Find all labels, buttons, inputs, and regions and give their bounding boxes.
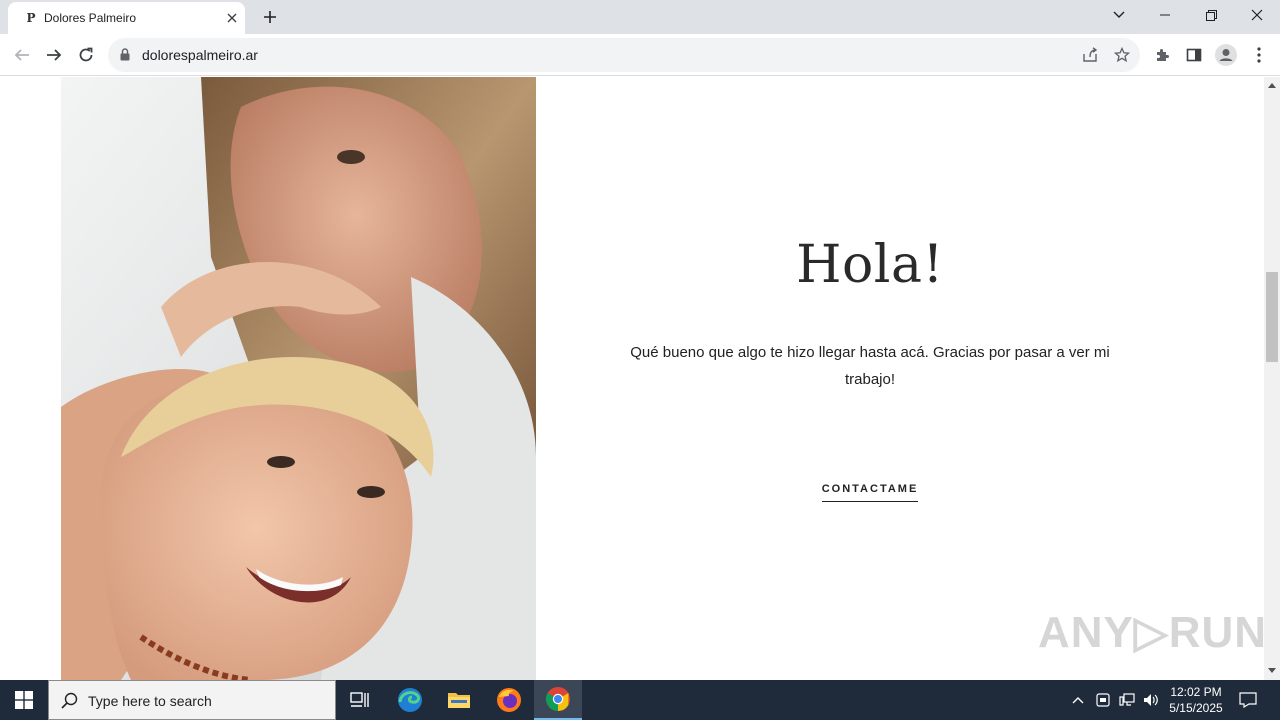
system-clock[interactable]: 12:02 PM 5/15/2025 bbox=[1160, 684, 1232, 716]
task-view-icon[interactable] bbox=[336, 680, 384, 720]
edge-icon[interactable] bbox=[386, 680, 434, 720]
file-explorer-icon[interactable] bbox=[435, 680, 483, 720]
windows-logo-icon bbox=[15, 691, 33, 709]
firefox-icon[interactable] bbox=[485, 680, 533, 720]
url-text[interactable]: dolorespalmeiro.ar bbox=[142, 47, 258, 63]
clock-date: 5/15/2025 bbox=[1169, 701, 1223, 715]
taskbar-search-box[interactable]: Type here to search bbox=[48, 680, 336, 720]
site-favicon: P bbox=[26, 11, 36, 25]
show-hidden-icons-chevron-icon[interactable] bbox=[1068, 690, 1088, 710]
search-icon bbox=[61, 692, 78, 714]
meet-now-icon[interactable] bbox=[1093, 690, 1113, 710]
scroll-thumb[interactable] bbox=[1266, 272, 1278, 362]
extensions-icon[interactable] bbox=[1151, 44, 1173, 66]
forward-button[interactable] bbox=[40, 41, 68, 69]
search-placeholder: Type here to search bbox=[88, 693, 212, 709]
page-scrollbar[interactable] bbox=[1264, 77, 1280, 680]
windows-taskbar: Type here to search 12:02 PM 5/15/2025 bbox=[0, 680, 1280, 720]
browser-toolbar: dolorespalmeiro.ar bbox=[0, 34, 1280, 76]
page-viewport: Hola! Qué bueno que algo te hizo llegar … bbox=[0, 77, 1264, 680]
scroll-down-icon[interactable] bbox=[1268, 668, 1276, 673]
contact-button[interactable]: CONTACTAME bbox=[821, 483, 919, 502]
minimize-button[interactable] bbox=[1142, 0, 1188, 30]
scroll-up-icon[interactable] bbox=[1268, 83, 1276, 88]
chrome-icon[interactable] bbox=[534, 680, 582, 720]
portrait-photo bbox=[61, 77, 536, 680]
notifications-icon[interactable] bbox=[1238, 690, 1258, 710]
intro-section: Hola! Qué bueno que algo te hizo llegar … bbox=[600, 77, 1140, 680]
menu-kebab-icon[interactable] bbox=[1248, 44, 1270, 66]
lock-icon[interactable] bbox=[120, 48, 130, 66]
share-icon[interactable] bbox=[1079, 44, 1101, 66]
new-tab-button[interactable] bbox=[259, 6, 281, 28]
back-button[interactable] bbox=[8, 41, 36, 69]
contact-link-wrapper: CONTACTAME bbox=[600, 479, 1140, 502]
browser-tab[interactable]: P Dolores Palmeiro bbox=[8, 2, 245, 34]
anyrun-watermark-logo: ANY▷RUN bbox=[1038, 608, 1268, 657]
close-tab-icon[interactable] bbox=[223, 9, 241, 27]
tab-title: Dolores Palmeiro bbox=[44, 11, 137, 25]
page-heading: Hola! bbox=[796, 235, 944, 295]
tab-search-chevron-icon[interactable] bbox=[1096, 0, 1142, 30]
bookmark-star-icon[interactable] bbox=[1111, 44, 1133, 66]
address-bar[interactable]: dolorespalmeiro.ar bbox=[108, 38, 1140, 72]
restore-button[interactable] bbox=[1188, 0, 1234, 30]
intro-text: Qué bueno que algo te hizo llegar hasta … bbox=[630, 344, 1110, 388]
close-window-button[interactable] bbox=[1234, 0, 1280, 30]
volume-icon[interactable] bbox=[1141, 690, 1161, 710]
profile-avatar-icon[interactable] bbox=[1215, 44, 1237, 66]
tab-strip: P Dolores Palmeiro bbox=[0, 0, 1280, 34]
network-icon[interactable] bbox=[1117, 690, 1137, 710]
clock-time: 12:02 PM bbox=[1170, 685, 1222, 699]
side-panel-icon[interactable] bbox=[1183, 44, 1205, 66]
reload-button[interactable] bbox=[72, 41, 100, 69]
start-button[interactable] bbox=[0, 680, 48, 720]
